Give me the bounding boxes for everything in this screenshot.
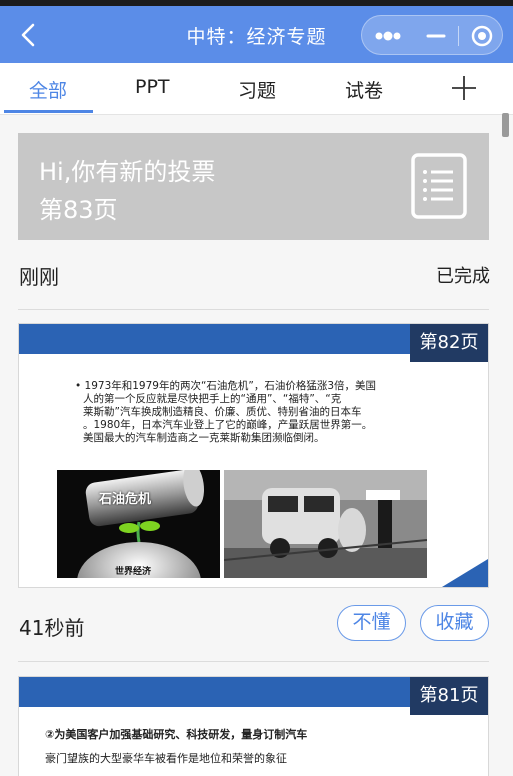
historic-van-photo [224,470,427,578]
image-caption: 世界经济 [115,567,152,577]
tab-ppt[interactable]: PPT [135,76,170,98]
divider [18,661,489,662]
oil-crisis-image: 石油危机 世界经济 [57,470,220,578]
mini-program-capsule [361,15,503,55]
slide-line: 莱斯勒”汽车换成制造精良、价廉、质优、特别省油的日本车 [83,406,362,418]
page-badge: 第81页 [410,677,488,715]
slide-line: • 1973年和1979年的两次“石油危机”，石油价格猛涨3倍，美国 [75,380,377,392]
slide-card-82[interactable]: 第82页 • 1973年和1979年的两次“石油危机”，石油价格猛涨3倍，美国 … [18,323,489,588]
scrollbar-thumb[interactable] [502,113,509,137]
active-tab-indicator [4,110,93,113]
slide-text: • 1973年和1979年的两次“石油危机”，石油价格猛涨3倍，美国 人的第一个… [75,380,420,445]
minimize-icon[interactable] [414,16,458,56]
document-icon [411,153,467,219]
item-time: 刚刚 [19,265,59,289]
dont-understand-button[interactable]: 不懂 [337,605,406,641]
more-dots-icon[interactable] [362,16,412,56]
page-badge: 第82页 [410,324,488,362]
capsule-divider [458,26,459,46]
slide-line: 美国最大的汽车制造商之一克莱斯勒集团濒临倒闭。 [83,432,325,444]
tab-exam[interactable]: 试卷 [345,76,383,103]
banner-message: Hi,你有新的投票 [39,158,216,186]
favorite-button[interactable]: 收藏 [420,605,489,641]
image-caption: 石油危机 [99,492,152,507]
slide-card-81[interactable]: 第81页 ②为美国客户加强基础研究、科技研发，量身订制汽车 豪门望族的大型豪华车… [18,676,489,776]
tab-bar: 全部 PPT 习题 试卷 [0,63,513,115]
slide-heading: ②为美国客户加强基础研究、科技研发，量身订制汽车 [45,728,308,741]
slide-line: 。1980年，日本汽车业登上了它的巅峰，产量跃居世界第一。 [83,419,373,431]
vote-banner[interactable]: Hi,你有新的投票 第83页 [18,133,489,240]
close-target-icon[interactable] [460,16,504,56]
slide-line: 人的第一个反应就是尽快把手上的“通用”、“福特”、“克 [83,393,342,405]
slide-corner-decoration [442,559,488,587]
item-status: 已完成 [436,266,490,287]
add-plus-icon[interactable] [450,74,478,102]
app-header: 中特：经济专题 [0,6,513,63]
tab-exercises[interactable]: 习题 [238,76,276,103]
banner-page: 第83页 [39,196,118,224]
item-time: 41秒前 [19,616,85,640]
slide-line: 豪门望族的大型豪华车被看作是地位和荣誉的象征 [45,752,287,765]
tab-all[interactable]: 全部 [29,76,67,103]
divider [18,309,489,310]
